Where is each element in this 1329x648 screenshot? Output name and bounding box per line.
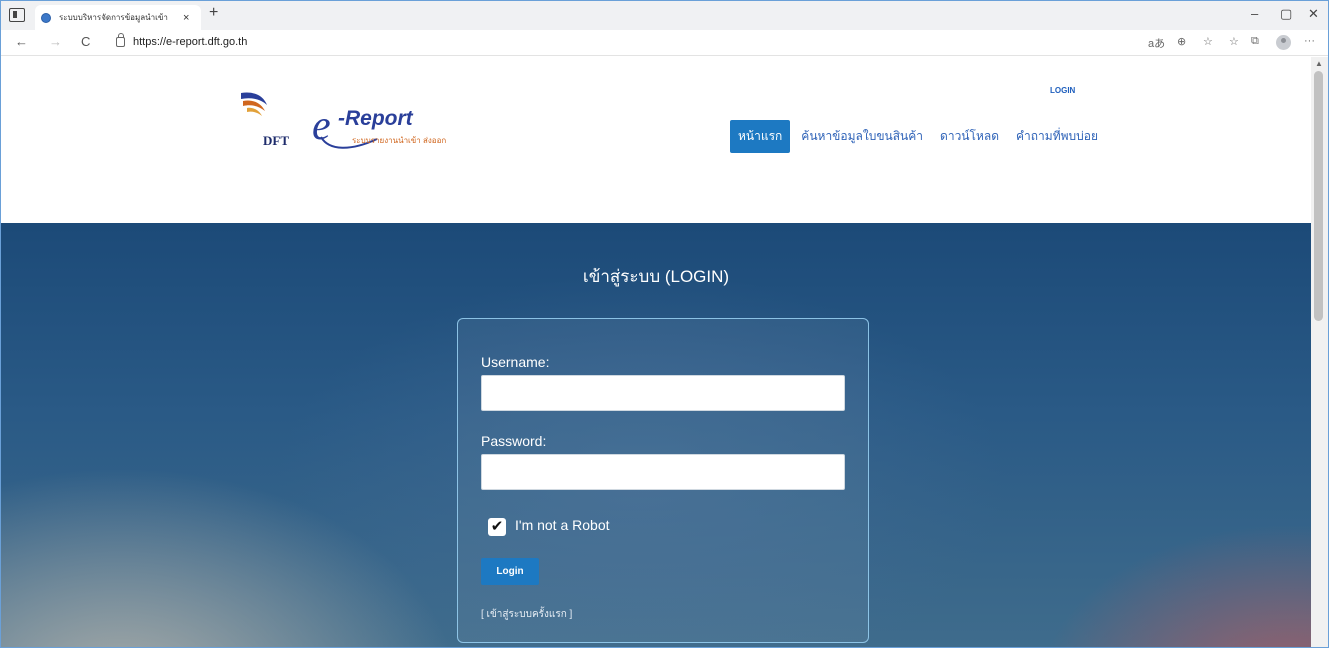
login-form: Username: Password: ✔ I'm not a Robot Lo… <box>457 318 869 643</box>
robot-checkbox-label: I'm not a Robot <box>515 517 610 533</box>
tab-close-icon[interactable]: × <box>183 12 189 24</box>
new-tab-icon[interactable]: + <box>209 4 218 22</box>
menu-item-home[interactable]: หน้าแรก <box>730 120 791 153</box>
lock-icon[interactable] <box>116 33 125 47</box>
scroll-up-icon[interactable]: ▲ <box>1315 59 1323 68</box>
globe-icon <box>41 12 51 23</box>
minimize-icon[interactable]: – <box>1251 6 1258 21</box>
browser-window: ระบบบริหารจัดการข้อมูลนำเข้า × + – ▢ ✕ ←… <box>0 0 1329 648</box>
close-icon[interactable]: ✕ <box>1308 6 1319 22</box>
tab-strip: ระบบบริหารจัดการข้อมูลนำเข้า × + – ▢ ✕ <box>1 1 1328 30</box>
e-report-logo[interactable]: DFT e -Report ระบบรายงานนำเข้า ส่งออก <box>237 87 457 149</box>
password-label: Password: <box>481 433 547 449</box>
favorite-icon[interactable]: ☆ <box>1203 35 1213 48</box>
username-input[interactable] <box>481 375 845 411</box>
more-icon[interactable]: ··· <box>1304 35 1315 47</box>
zoom-icon[interactable]: ⊕ <box>1177 35 1186 48</box>
username-label: Username: <box>481 354 550 370</box>
hero-section: เข้าสู่ระบบ (LOGIN) Username: Password: … <box>1 223 1311 647</box>
logo-e-letter: e <box>312 103 331 149</box>
tab-title: ระบบบริหารจัดการข้อมูลนำเข้า <box>59 13 168 22</box>
address-bar: ← → C https://e-report.dft.go.th aあ ⊕ ☆ … <box>1 30 1328 56</box>
login-button[interactable]: Login <box>481 558 539 585</box>
robot-checkbox[interactable]: ✔ <box>488 518 506 536</box>
logo-dft-text: DFT <box>263 133 289 148</box>
scroll-thumb[interactable] <box>1314 71 1323 321</box>
tab-actions-icon[interactable] <box>9 8 25 22</box>
logo-subtitle: ระบบรายงานนำเข้า ส่งออก <box>352 136 447 145</box>
read-aloud-icon[interactable]: aあ <box>1148 35 1165 51</box>
menu-item-faq[interactable]: คำถามที่พบบ่อย <box>1016 127 1098 146</box>
back-icon[interactable]: ← <box>15 34 28 49</box>
logo-report-text: -Report <box>338 107 413 130</box>
password-input[interactable] <box>481 454 845 490</box>
login-title: เข้าสู่ระบบ (LOGIN) <box>582 267 730 286</box>
reload-icon[interactable]: C <box>81 34 90 49</box>
menu-item-download[interactable]: ดาวน์โหลด <box>940 127 999 146</box>
menu-item-search-declaration[interactable]: ค้นหาข้อมูลใบขนสินค้า <box>801 127 923 146</box>
main-menu: หน้าแรก ค้นหาข้อมูลใบขนสินค้า ดาวน์โหลด … <box>730 120 1115 153</box>
profile-icon[interactable] <box>1276 35 1291 50</box>
page-scrollbar[interactable]: ▲ <box>1311 57 1328 647</box>
dft-logo-icon <box>241 92 267 116</box>
forward-icon[interactable]: → <box>49 34 62 49</box>
restore-icon[interactable]: ▢ <box>1280 6 1292 22</box>
url-field[interactable]: https://e-report.dft.go.th <box>133 36 247 48</box>
collections-icon[interactable]: ⧉ <box>1251 35 1259 48</box>
browser-tab[interactable]: ระบบบริหารจัดการข้อมูลนำเข้า × <box>35 5 201 30</box>
favorites-icon[interactable]: ☆ <box>1229 35 1239 48</box>
first-login-link[interactable]: [ เข้าสู่ระบบครั้งแรก ] <box>481 607 572 622</box>
login-link[interactable]: LOGIN <box>1050 86 1075 95</box>
site-header: DFT e -Report ระบบรายงานนำเข้า ส่งออก LO… <box>1 57 1311 223</box>
